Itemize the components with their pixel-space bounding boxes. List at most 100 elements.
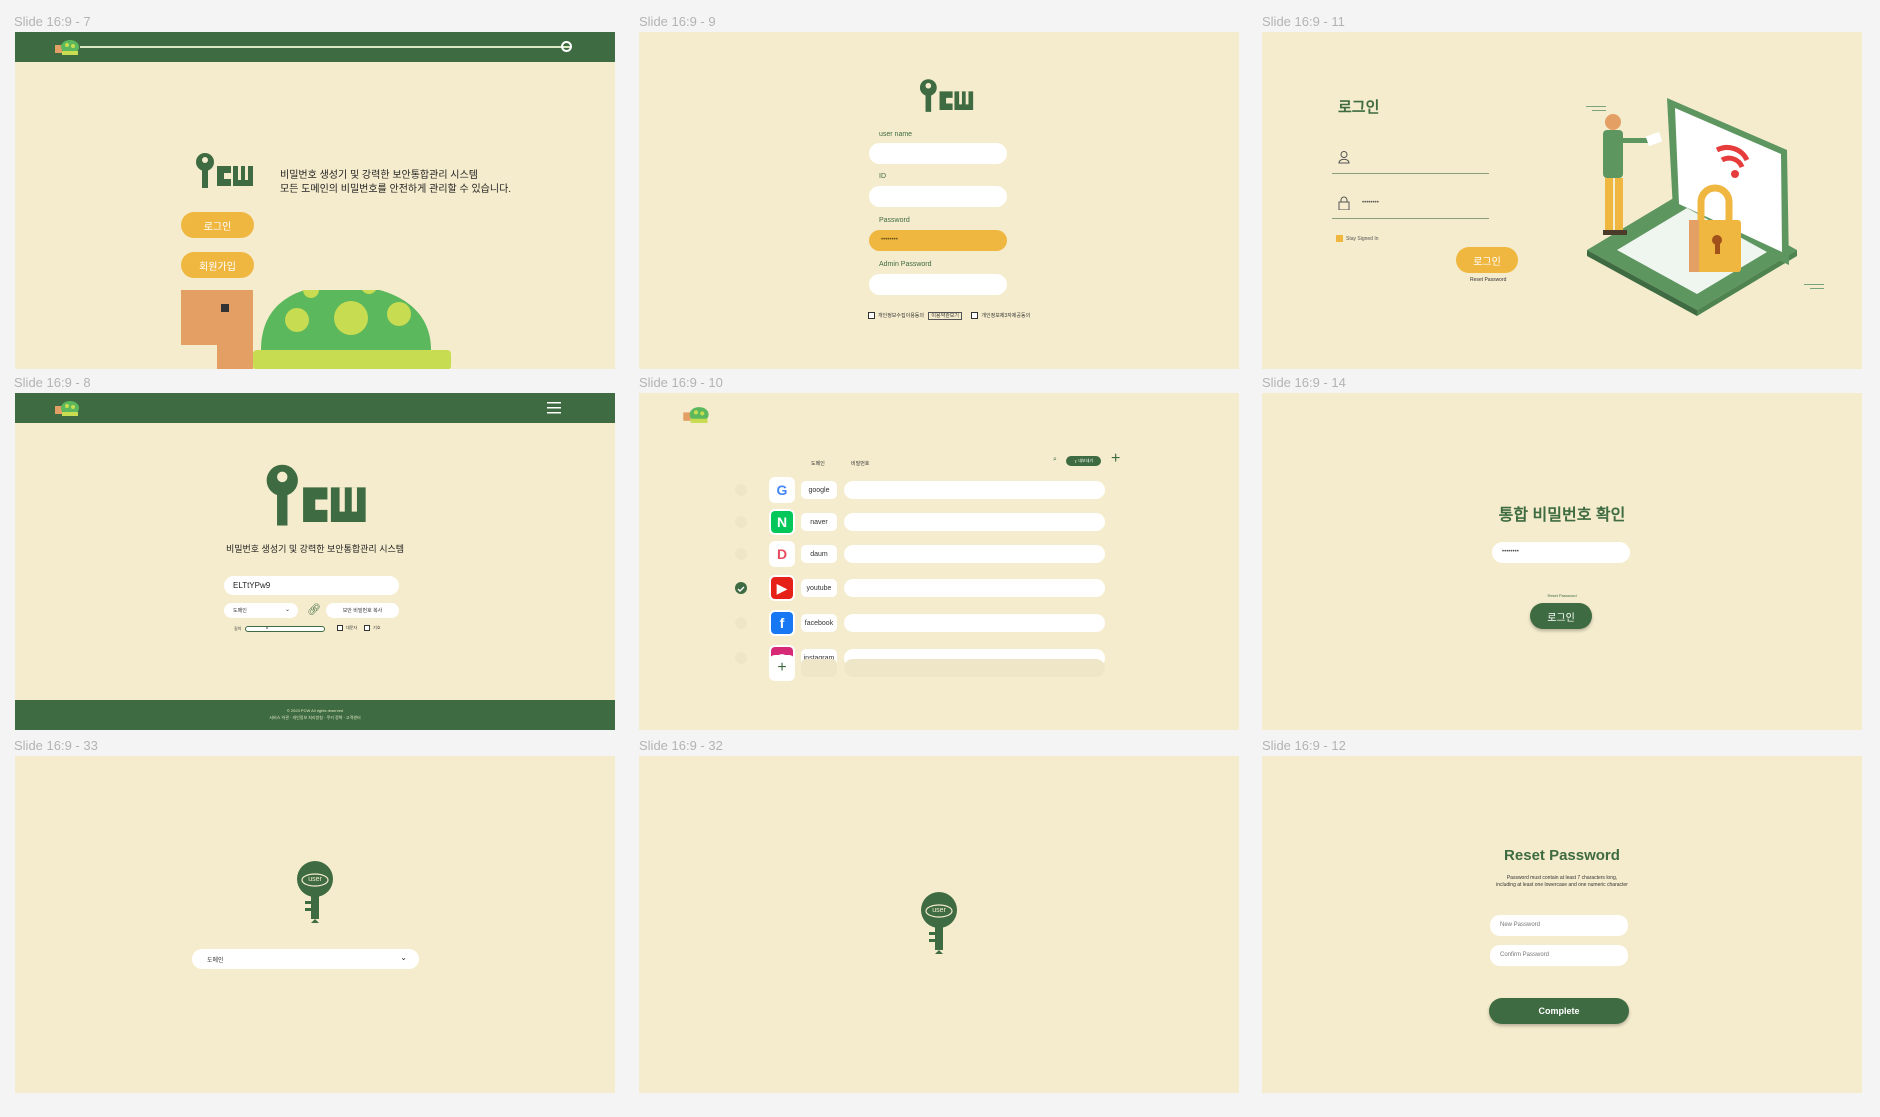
new-domain-placeholder[interactable] — [801, 659, 837, 677]
agree2-label: 개인정보제3자제공동의 — [981, 313, 1031, 319]
agree1-checkbox[interactable] — [868, 312, 875, 320]
remember-checkbox[interactable] — [1336, 235, 1343, 242]
row-select-checkbox[interactable] — [735, 548, 747, 560]
frame-label-32: Slide 16:9 - 32 — [639, 738, 723, 753]
frame-label-11: Slide 16:9 - 11 — [1262, 14, 1345, 29]
link-icon[interactable]: 🔗︎ — [307, 603, 321, 616]
login-title: 로그인 — [1338, 99, 1380, 116]
domain-select-value: 도메인 — [207, 958, 224, 964]
frame-label-12: Slide 16:9 - 12 — [1262, 738, 1346, 753]
slide-generator: 비밀번호 생성기 및 강력한 보안통합관리 시스템 ELTtYPw9 도메인 ⌄… — [15, 393, 615, 730]
domain-label: facebook — [801, 614, 837, 632]
username-input[interactable] — [869, 143, 1007, 164]
footer: © 2023 PCW All rights reserved 서비스 약관 · … — [15, 700, 615, 730]
master-password-input[interactable]: •••••••• — [1492, 542, 1630, 563]
agree1-label: 개인정보수집이용동의 — [878, 313, 925, 319]
options-row: 대문자 기호 — [337, 625, 381, 631]
reset-desc-2: including at least one lowercase and one… — [1496, 882, 1628, 888]
row-select-checkbox[interactable] — [735, 582, 747, 594]
slide-signup: user name ID Password •••••••• Admin Pas… — [639, 32, 1239, 369]
youtube-icon: ▶ — [771, 577, 793, 599]
slide-vault: 도메인 비밀번호 ⌕ ⇪ 내보내기 + Ggoogle Nnaver Ddaum ▶ y… — [639, 393, 1239, 730]
frame-label-9: Slide 16:9 - 9 — [639, 14, 716, 29]
slide-key: user — [639, 756, 1239, 1093]
frame-label-7: Slide 16:9 - 7 — [14, 14, 91, 29]
confirm-login-button[interactable]: 로그인 — [1530, 603, 1592, 629]
turtle-illustration-icon — [181, 278, 457, 369]
add-icon[interactable]: + — [1111, 450, 1120, 468]
domain-select[interactable]: 도메인 ⌄ — [224, 603, 298, 618]
export-label: 내보내기 — [1078, 458, 1094, 463]
row-select-checkbox[interactable] — [735, 652, 747, 664]
password-input[interactable]: •••••••• — [869, 230, 1007, 251]
uppercase-checkbox[interactable] — [337, 625, 343, 631]
special-checkbox[interactable] — [364, 625, 371, 631]
copy-password-button[interactable]: 보안 비밀번호 복사 — [326, 603, 399, 618]
slide-confirm: 통합 비밀번호 확인 •••••••• Reset Password 로그인 — [1262, 393, 1862, 730]
progress-handle[interactable] — [561, 41, 572, 52]
turtle-logo-icon — [683, 405, 711, 429]
pcw-logo-large — [263, 463, 371, 534]
row-select-checkbox[interactable] — [735, 484, 747, 496]
password-field[interactable] — [844, 545, 1105, 563]
id-input[interactable] — [869, 186, 1007, 207]
new-password-placeholder[interactable] — [844, 659, 1105, 677]
tagline-1: 비밀번호 생성기 및 강력한 보안통합관리 시스템 — [280, 170, 478, 181]
length-label: 길이 — [234, 626, 242, 631]
slide-login: 로그인 •••••••• Stay Signed In 로그인 Reset Pa… — [1262, 32, 1862, 369]
tagline-2: 모든 도메인의 비밀번호를 안전하게 관리할 수 있습니다. — [280, 184, 512, 195]
facebook-icon: f — [771, 612, 793, 634]
password-field[interactable] — [844, 481, 1105, 499]
confirm-title: 통합 비밀번호 확인 — [1498, 507, 1626, 524]
reset-title: Reset Password — [1504, 847, 1620, 864]
signup-button[interactable]: 회원가입 — [181, 252, 254, 278]
remember-label: Stay Signed In — [1346, 235, 1379, 242]
login-button[interactable]: 로그인 — [1456, 247, 1518, 273]
slide-key-select: user 도메인 ⌄ — [15, 756, 615, 1093]
lock-icon — [1337, 196, 1351, 211]
key-user-label: user — [932, 907, 946, 914]
length-slider[interactable]: 8 — [245, 625, 325, 632]
terms-link[interactable]: 이용약관보기 — [928, 312, 963, 320]
hamburger-menu-icon[interactable] — [547, 401, 561, 414]
top-bar — [15, 32, 615, 62]
id-label: ID — [879, 173, 886, 180]
pcw-logo — [195, 152, 255, 195]
slide-reset: Reset Password Password must contain at … — [1262, 756, 1862, 1093]
add-domain-icon[interactable]: + — [771, 657, 793, 679]
password-field[interactable] — [844, 513, 1105, 531]
row-select-checkbox[interactable] — [735, 617, 747, 629]
domain-label: google — [801, 481, 837, 499]
frame-label-33: Slide 16:9 - 33 — [14, 738, 98, 753]
complete-button[interactable]: Complete — [1489, 998, 1629, 1024]
admin-password-input[interactable] — [869, 274, 1007, 295]
confirm-password-input[interactable]: Confirm Password — [1490, 945, 1628, 966]
check-icon — [737, 586, 745, 592]
password-field[interactable] — [844, 579, 1105, 597]
column-password: 비밀번호 — [851, 461, 870, 467]
domain-select-large[interactable]: 도메인 ⌄ — [192, 949, 419, 969]
generator-tagline: 비밀번호 생성기 및 강력한 보안통합관리 시스템 — [225, 544, 405, 554]
key-user-icon — [295, 861, 335, 928]
key-user-label: user — [308, 876, 322, 883]
frame-label-10: Slide 16:9 - 10 — [639, 375, 723, 390]
security-laptop-illustration-icon — [1577, 80, 1817, 325]
reset-password-link[interactable]: Reset Password — [1262, 593, 1862, 598]
username-label: user name — [879, 131, 913, 138]
user-icon — [1337, 150, 1351, 164]
reset-password-link[interactable]: Reset Password — [1470, 277, 1506, 283]
new-password-input[interactable]: New Password — [1490, 915, 1628, 936]
generated-password-field[interactable]: ELTtYPw9 — [224, 576, 399, 595]
column-domain: 도메인 — [811, 461, 825, 467]
search-icon[interactable]: ⌕ — [1053, 456, 1057, 464]
export-button[interactable]: ⇪ 내보내기 — [1066, 456, 1101, 466]
chevron-down-icon: ⌄ — [400, 953, 407, 962]
password-field[interactable] — [844, 614, 1105, 632]
login-button[interactable]: 로그인 — [181, 212, 254, 238]
uppercase-label: 대문자 — [346, 625, 358, 631]
username-underline[interactable] — [1332, 173, 1489, 174]
length-value: 8 — [266, 625, 269, 630]
row-select-checkbox[interactable] — [735, 516, 747, 528]
agree2-checkbox[interactable] — [971, 312, 979, 320]
password-input[interactable]: •••••••• — [1362, 200, 1379, 206]
